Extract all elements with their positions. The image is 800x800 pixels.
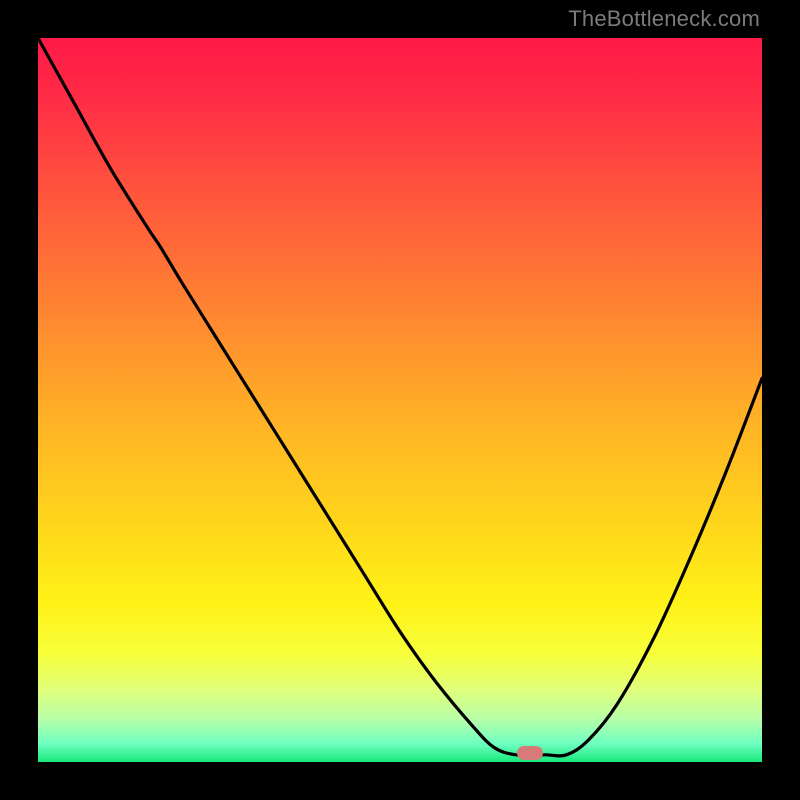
watermark-text: TheBottleneck.com [568, 6, 760, 32]
plot-area [38, 38, 762, 762]
chart-container: TheBottleneck.com [0, 0, 800, 800]
optimal-point-marker [517, 746, 543, 760]
gradient-background [38, 38, 762, 762]
